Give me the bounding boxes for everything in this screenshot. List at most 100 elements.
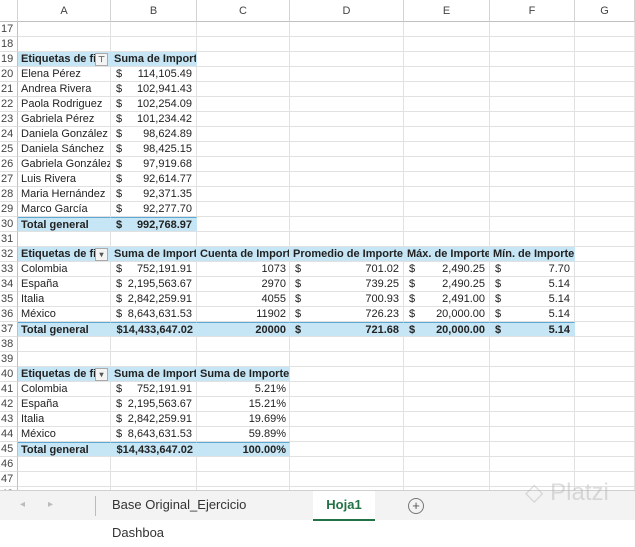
row-header-45[interactable]: 45	[0, 442, 18, 457]
pivot-header-cell[interactable]: Promedio de Importe2	[290, 247, 404, 262]
pivot-header-cell[interactable]: Suma de Importe	[111, 247, 197, 262]
pivot-cell[interactable]: Luis Rivera	[18, 172, 111, 187]
row-header-44[interactable]: 44	[0, 427, 18, 442]
cell[interactable]	[290, 157, 404, 172]
pivot-cell[interactable]: 19.69%	[197, 412, 290, 427]
cell[interactable]	[197, 52, 290, 67]
row-header-26[interactable]: 26	[0, 157, 18, 172]
pivot-header-cell[interactable]: Suma de Importe	[111, 52, 197, 67]
cell[interactable]	[290, 202, 404, 217]
row-header-42[interactable]: 42	[0, 397, 18, 412]
pivot-cell[interactable]: $5.14	[490, 307, 575, 322]
cell[interactable]	[197, 187, 290, 202]
column-header-F[interactable]: F	[490, 0, 575, 22]
cell[interactable]	[111, 337, 197, 352]
cell[interactable]	[290, 472, 404, 487]
pivot-total-cell[interactable]: 100.00%	[197, 442, 290, 457]
row-header-31[interactable]: 31	[0, 232, 18, 247]
cell[interactable]	[575, 112, 635, 127]
row-header-40[interactable]: 40	[0, 367, 18, 382]
cell[interactable]	[575, 307, 635, 322]
cell[interactable]	[290, 22, 404, 37]
cell[interactable]	[404, 382, 490, 397]
pivot-cell[interactable]: $752,191.91	[111, 262, 197, 277]
cell[interactable]	[18, 457, 111, 472]
row-header-34[interactable]: 34	[0, 277, 18, 292]
pivot-cell[interactable]: $2,195,563.67	[111, 397, 197, 412]
pivot-cell[interactable]: $2,842,259.91	[111, 292, 197, 307]
cell[interactable]	[575, 337, 635, 352]
cell[interactable]	[290, 52, 404, 67]
cell[interactable]	[18, 472, 111, 487]
cell[interactable]	[575, 97, 635, 112]
cell[interactable]	[197, 157, 290, 172]
pivot-header-cell[interactable]: Mín. de Importe2	[490, 247, 575, 262]
cell[interactable]	[404, 427, 490, 442]
cell[interactable]	[18, 232, 111, 247]
cell[interactable]	[575, 397, 635, 412]
pivot-total-cell[interactable]: $5.14	[490, 322, 575, 337]
cell[interactable]	[111, 352, 197, 367]
row-header-46[interactable]: 46	[0, 457, 18, 472]
row-header-23[interactable]: 23	[0, 112, 18, 127]
cell[interactable]	[290, 382, 404, 397]
row-header-32[interactable]: 32	[0, 247, 18, 262]
cell[interactable]	[290, 142, 404, 157]
pivot-cell[interactable]: $739.25	[290, 277, 404, 292]
cell[interactable]	[404, 367, 490, 382]
pivot-cell[interactable]: Daniela Sánchez	[18, 142, 111, 157]
cell[interactable]	[197, 127, 290, 142]
pivot-total-cell[interactable]: $721.68	[290, 322, 404, 337]
cell[interactable]	[404, 457, 490, 472]
cell[interactable]	[490, 52, 575, 67]
cell[interactable]	[490, 127, 575, 142]
cell[interactable]	[575, 412, 635, 427]
cell[interactable]	[290, 337, 404, 352]
cell[interactable]	[404, 472, 490, 487]
cell[interactable]	[575, 277, 635, 292]
prev-sheet-icon[interactable]: ◂	[20, 499, 25, 510]
cell[interactable]	[18, 37, 111, 52]
cell[interactable]	[490, 67, 575, 82]
cell[interactable]	[490, 412, 575, 427]
pivot-cell[interactable]: Colombia	[18, 262, 111, 277]
cell[interactable]	[490, 22, 575, 37]
cell[interactable]	[575, 202, 635, 217]
pivot-cell[interactable]: 15.21%	[197, 397, 290, 412]
cell[interactable]	[490, 397, 575, 412]
pivot-total-cell[interactable]: Total general	[18, 217, 111, 232]
cell[interactable]	[18, 352, 111, 367]
pivot-cell[interactable]: $2,491.00	[404, 292, 490, 307]
cell[interactable]	[290, 187, 404, 202]
cell[interactable]	[111, 37, 197, 52]
row-header-47[interactable]: 47	[0, 472, 18, 487]
pivot-total-cell[interactable]: Total general	[18, 442, 111, 457]
cell[interactable]	[575, 232, 635, 247]
pivot-cell[interactable]: $726.23	[290, 307, 404, 322]
pivot-cell[interactable]: $2,195,563.67	[111, 277, 197, 292]
cell[interactable]	[197, 337, 290, 352]
pivot-total-cell[interactable]: $14,433,647.02	[111, 442, 197, 457]
add-sheet-icon[interactable]: +	[408, 498, 424, 514]
cell[interactable]	[575, 82, 635, 97]
cell[interactable]	[111, 22, 197, 37]
pivot-cell[interactable]: $5.14	[490, 292, 575, 307]
cell[interactable]	[404, 397, 490, 412]
row-header-33[interactable]: 33	[0, 262, 18, 277]
cell[interactable]	[290, 37, 404, 52]
pivot-cell[interactable]: Andrea Rivera	[18, 82, 111, 97]
cell[interactable]	[197, 112, 290, 127]
cell[interactable]	[404, 37, 490, 52]
row-header-20[interactable]: 20	[0, 67, 18, 82]
cell[interactable]	[490, 37, 575, 52]
select-all-corner[interactable]	[0, 0, 18, 22]
cell[interactable]	[290, 232, 404, 247]
pivot-cell[interactable]: $97,919.68	[111, 157, 197, 172]
pivot-cell[interactable]: $98,425.15	[111, 142, 197, 157]
pivot-header-cell[interactable]: Cuenta de Importe2	[197, 247, 290, 262]
filter-dropdown-icon[interactable]: ▾	[95, 248, 108, 261]
pivot-cell[interactable]: $2,842,259.91	[111, 412, 197, 427]
pivot-header-cell[interactable]: Etiquetas de fila ▾	[18, 247, 111, 262]
cell[interactable]	[290, 412, 404, 427]
cell[interactable]	[404, 187, 490, 202]
